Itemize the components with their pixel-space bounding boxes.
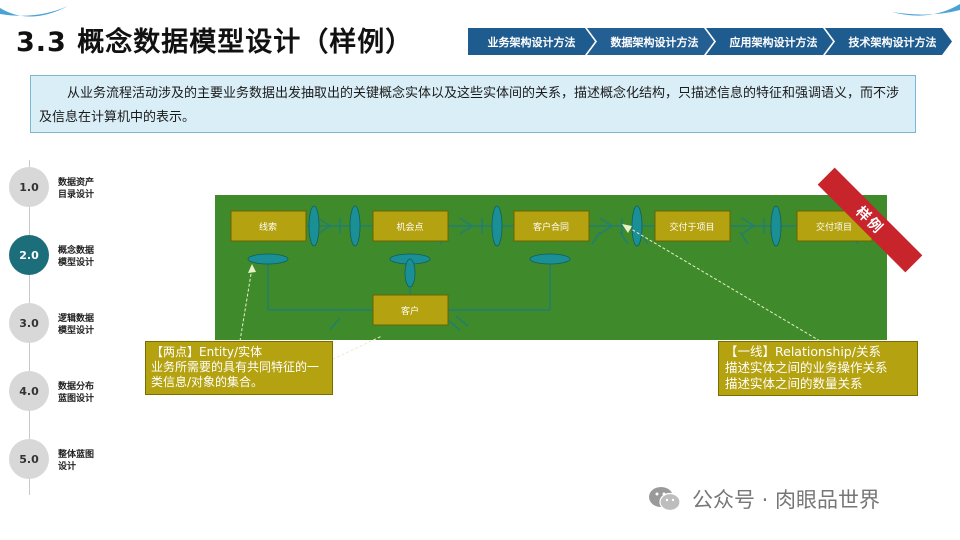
entity-lead[interactable]: 线索: [230, 210, 307, 242]
svg-text:线索: 线索: [259, 221, 277, 233]
watermark: 公众号 · 肉眼品世界: [648, 484, 880, 514]
svg-text:机会点: 机会点: [396, 221, 423, 233]
relationship-marker: [349, 205, 361, 247]
entity-opportunity[interactable]: 机会点: [372, 210, 449, 242]
entity-callout-heading: 【两点】Entity/实体: [151, 345, 263, 359]
relationship-marker: [491, 205, 503, 247]
entity-callout: 【两点】Entity/实体 业务所需要的具有共同特征的一类信息/对象的集合。: [145, 341, 333, 395]
entity-customer-contract[interactable]: 客户合同: [513, 210, 590, 242]
concept-model-diagram: 线索 机会点 客户合同 交付于项目 交付项目 客户: [215, 195, 887, 371]
entity-customer[interactable]: 客户: [372, 294, 449, 326]
svg-text:客户合同: 客户合同: [533, 221, 569, 233]
relationship-callout-heading: 【一线】Relationship/关系: [725, 344, 881, 359]
watermark-text: 公众号 · 肉眼品世界: [692, 488, 881, 512]
svg-text:交付项目: 交付项目: [816, 221, 852, 233]
relationship-marker: [529, 253, 571, 265]
svg-text:交付于项目: 交付于项目: [669, 221, 714, 233]
relationship-callout-line-2: 描述实体之间的数量关系: [725, 376, 863, 391]
entity-delivered-in-project[interactable]: 交付于项目: [654, 210, 731, 242]
relationship-marker: [247, 253, 289, 265]
entity-callout-text: 业务所需要的具有共同特征的一类信息/对象的集合。: [151, 360, 320, 389]
relationship-callout: 【一线】Relationship/关系 描述实体之间的业务操作关系 描述实体之间…: [718, 341, 918, 396]
relationship-marker: [404, 258, 416, 288]
relationship-marker: [308, 205, 320, 247]
relationship-marker: [631, 205, 643, 247]
relationship-marker: [770, 205, 782, 247]
relationship-callout-line-1: 描述实体之间的业务操作关系: [725, 360, 888, 375]
wechat-icon: [649, 487, 681, 512]
svg-text:客户: 客户: [401, 305, 419, 317]
